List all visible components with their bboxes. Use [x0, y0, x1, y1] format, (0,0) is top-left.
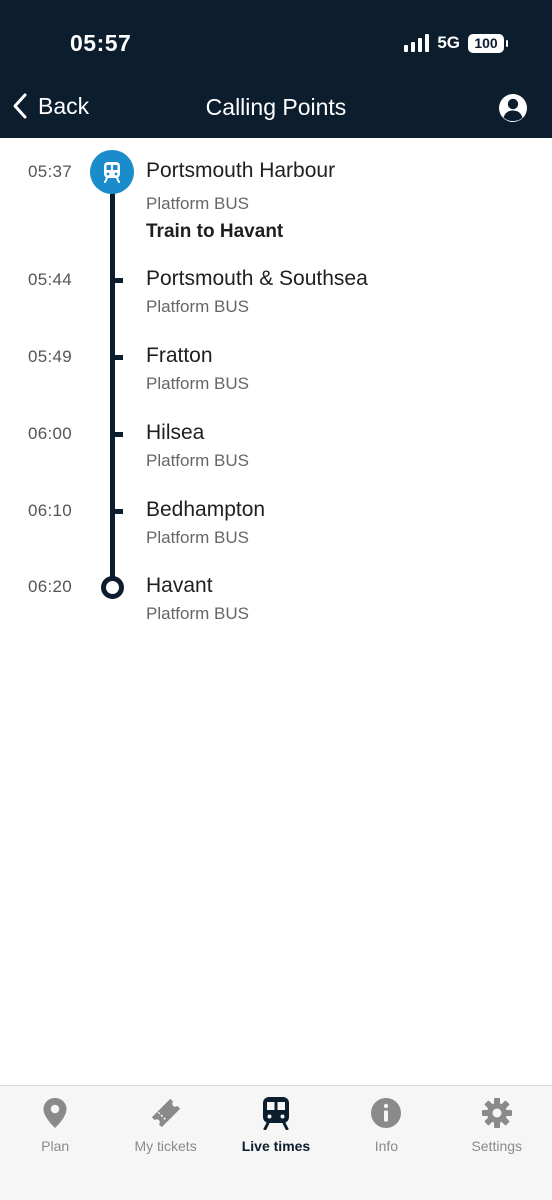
network-type: 5G	[437, 33, 460, 52]
origin-marker	[90, 150, 134, 194]
stop-platform: Platform BUS	[146, 374, 249, 393]
stop-name: Bedhampton	[146, 498, 266, 521]
back-label: Back	[38, 92, 90, 119]
tab-label: Info	[374, 1138, 399, 1154]
stop-time: 05:37	[28, 162, 73, 181]
info-icon	[371, 1098, 402, 1128]
destination-marker	[101, 576, 124, 599]
stop-time: 06:10	[28, 501, 73, 520]
stop-name: Portsmouth Harbour	[146, 159, 336, 182]
status-indicators: 5G 100	[404, 33, 508, 53]
tab-label: Settings	[471, 1138, 523, 1154]
stop-platform: Platform BUS	[146, 297, 249, 316]
stop-tick	[113, 278, 123, 283]
stop-platform: Platform BUS	[146, 528, 249, 547]
signal-icon	[404, 34, 430, 52]
chevron-left-icon	[13, 93, 27, 119]
battery-icon: 100	[468, 33, 508, 53]
route-line	[110, 180, 115, 585]
gear-icon	[481, 1098, 512, 1128]
tab-my-tickets[interactable]: My tickets	[110, 1086, 220, 1200]
stop-platform: Platform BUS	[146, 604, 249, 623]
account-icon[interactable]	[498, 93, 528, 123]
stop-tick	[113, 432, 123, 437]
stop-time: 06:00	[28, 424, 73, 443]
tab-label: Live times	[241, 1138, 311, 1154]
tab-label: Plan	[41, 1138, 70, 1154]
stop-tick	[113, 509, 123, 514]
status-time: 05:57	[70, 30, 132, 56]
stop-tick	[113, 355, 123, 360]
location-pin-icon	[43, 1098, 67, 1128]
back-button[interactable]: Back	[12, 92, 89, 120]
tab-plan[interactable]: Plan	[0, 1086, 110, 1200]
stop-platform: Platform BUS	[146, 194, 249, 213]
tab-label: My tickets	[134, 1138, 197, 1154]
service-description: Train to Havant	[146, 221, 284, 242]
app-header: 05:57 5G 100 Back Calling Points	[0, 0, 552, 138]
stop-time: 05:44	[28, 270, 73, 289]
tab-settings[interactable]: Settings	[442, 1086, 552, 1200]
tab-info[interactable]: Info	[331, 1086, 441, 1200]
battery-level: 100	[474, 35, 498, 51]
stop-name: Portsmouth & Southsea	[146, 267, 368, 290]
stop-platform: Platform BUS	[146, 451, 249, 470]
train-icon	[104, 162, 120, 183]
stop-time: 05:49	[28, 347, 73, 366]
tab-bar: Plan My tickets Live times Info Settings	[0, 1085, 552, 1200]
stop-time: 06:20	[28, 577, 73, 596]
tab-live-times[interactable]: Live times	[221, 1086, 331, 1200]
train-icon	[262, 1097, 289, 1130]
stop-name: Hilsea	[146, 421, 205, 444]
ticket-icon	[151, 1098, 180, 1128]
stop-name: Havant	[146, 574, 213, 597]
stop-name: Fratton	[146, 344, 213, 367]
